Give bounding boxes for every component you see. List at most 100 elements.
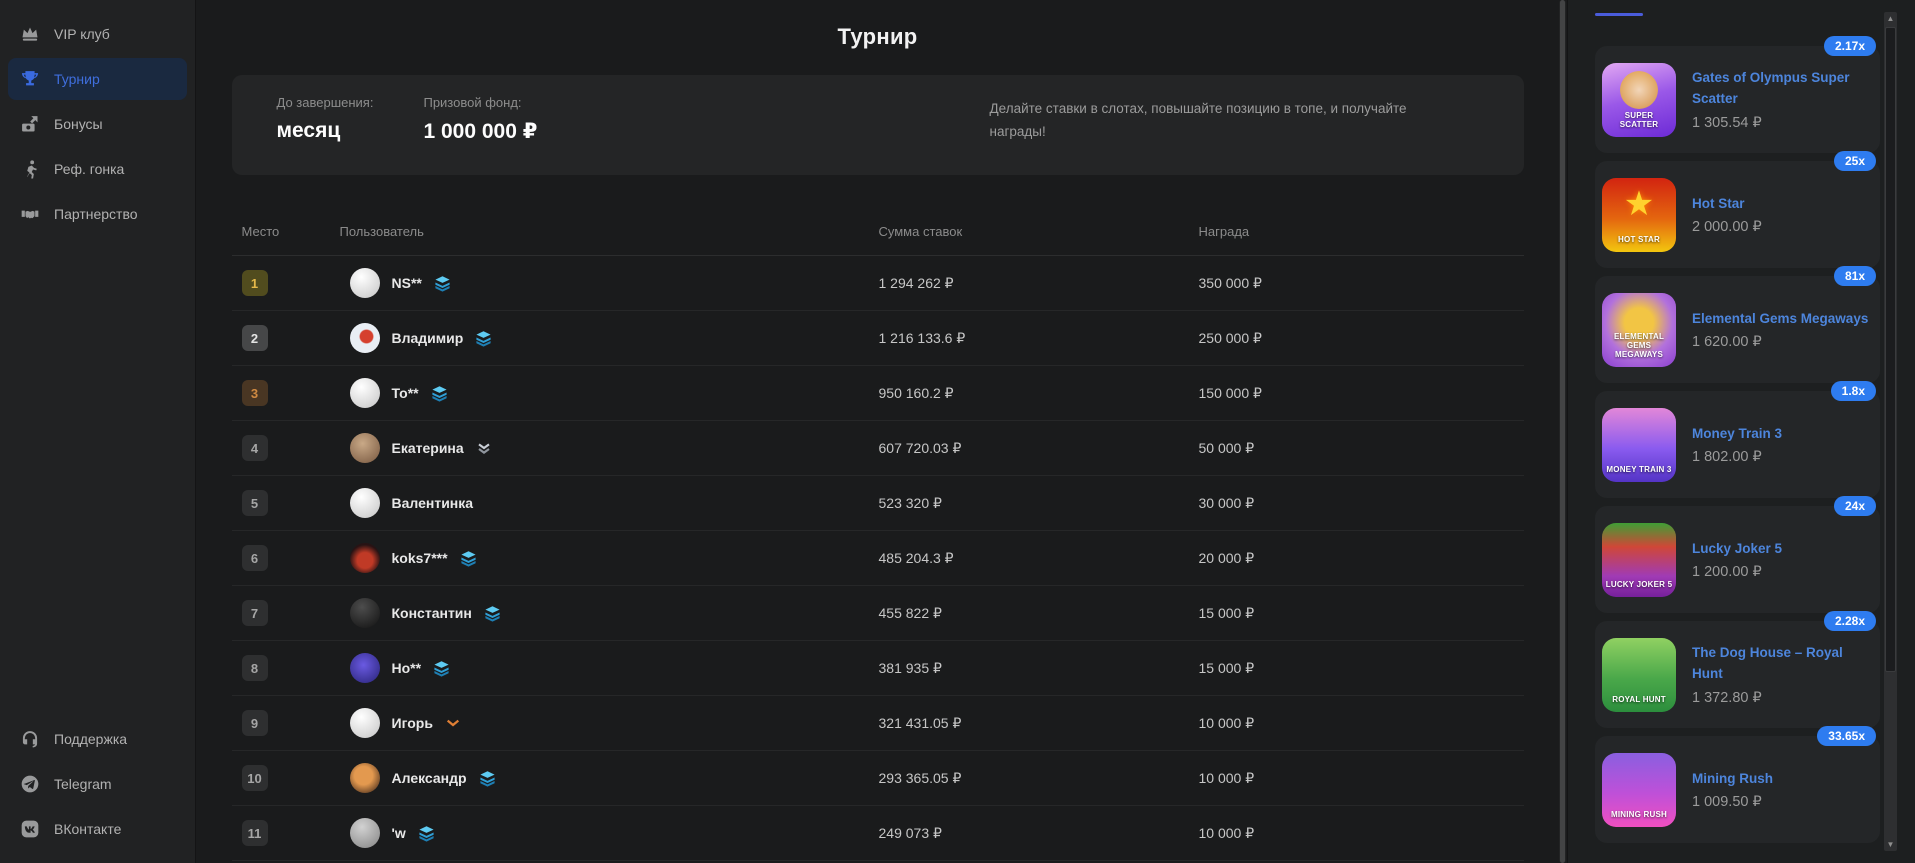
sidebar-item-label: Бонусы (54, 116, 103, 132)
table-row: 6 koks7*** 485 204.3 ₽20 000 ₽ (232, 531, 1524, 586)
sidebar-item-vip-club[interactable]: VIP клуб (8, 13, 187, 55)
main-scrollbar[interactable] (1559, 0, 1566, 863)
scroll-down-arrow-icon[interactable]: ▼ (1884, 838, 1897, 851)
sidebar-nav-bottom: ПоддержкаTelegram ВКонтакте (0, 715, 195, 853)
game-title: Mining Rush (1692, 769, 1773, 790)
live-win-card[interactable]: 81xELEMENTAL GEMS MEGAWAYSElemental Gems… (1595, 276, 1880, 383)
reward-value: 350 000 ₽ (1199, 275, 1524, 292)
main-scrollbar-thumb[interactable] (1560, 0, 1565, 863)
bets-value: 455 822 ₽ (879, 605, 1199, 622)
username: Игорь (392, 715, 433, 731)
reward-value: 150 000 ₽ (1199, 385, 1524, 402)
rank-badge: 1 (242, 270, 268, 296)
username: Валентинка (392, 495, 474, 511)
sidebar-item-label: Реф. гонка (54, 161, 124, 177)
layers-icon (475, 330, 492, 347)
layers-icon (418, 825, 435, 842)
multiplier-badge: 2.28x (1824, 611, 1876, 631)
bets-value: 950 160.2 ₽ (879, 385, 1199, 402)
sidebar-item-label: ВКонтакте (54, 821, 121, 837)
left-sidebar: VIP клуб Турнир Бонусы Реф. гонка Партнерств… (0, 0, 196, 863)
table-row: 8Но**381 935 ₽15 000 ₽ (232, 641, 1524, 696)
live-win-card[interactable]: 1.8xMONEY TRAIN 3Money Train 31 802.00 ₽ (1595, 391, 1880, 498)
sidebar-item-label: VIP клуб (54, 26, 110, 42)
table-row: 1 NS** 1 294 262 ₽350 000 ₽ (232, 256, 1524, 311)
multiplier-badge: 25x (1834, 151, 1876, 171)
vk-icon (20, 819, 40, 839)
avatar (350, 653, 380, 683)
trophy-icon (20, 69, 40, 89)
username: NS** (392, 275, 422, 291)
layers-icon (460, 550, 477, 567)
username: Константин (392, 605, 472, 621)
live-win-card[interactable]: 24xLUCKY JOKER 5Lucky Joker 51 200.00 ₽ (1595, 506, 1880, 613)
cash-icon (20, 114, 40, 134)
table-row: 4Екатерина607 720.03 ₽50 000 ₽ (232, 421, 1524, 476)
reward-value: 20 000 ₽ (1199, 550, 1524, 567)
sidebar-item-telegram[interactable]: Telegram (8, 763, 187, 805)
sidebar-item-support[interactable]: Поддержка (8, 718, 187, 760)
tournament-info-panel: До завершения: месяц Призовой фонд: 1 00… (232, 75, 1524, 175)
tab-indicator (1595, 13, 1643, 16)
avatar (350, 378, 380, 408)
table-row: 9Игорь321 431.05 ₽10 000 ₽ (232, 696, 1524, 751)
bets-value: 485 204.3 ₽ (879, 550, 1199, 567)
bets-value: 1 294 262 ₽ (879, 275, 1199, 292)
sidebar-item-label: Турнир (54, 71, 100, 87)
leaderboard-table: МестоПользовательСумма ставокНаграда 1 NS… (232, 208, 1524, 861)
headset-icon (20, 729, 40, 749)
game-thumbnail: SUPER SCATTER (1602, 63, 1676, 137)
win-amount: 1 620.00 ₽ (1692, 334, 1868, 350)
win-amount: 1 372.80 ₽ (1692, 690, 1870, 706)
main-content: Турнир До завершения: месяц Призовой фон… (197, 0, 1558, 863)
rank-badge: 8 (242, 655, 268, 681)
sidebar-item-ref-race[interactable]: Реф. гонка (8, 148, 187, 190)
win-amount: 1 802.00 ₽ (1692, 449, 1782, 465)
sidebar-item-partnership[interactable]: Партнерство (8, 193, 187, 235)
tournament-stats: До завершения: месяц Призовой фонд: 1 00… (277, 95, 538, 144)
prize-value: 1 000 000 ₽ (423, 119, 537, 144)
win-amount: 2 000.00 ₽ (1692, 219, 1762, 235)
live-win-card[interactable]: 25xHOT STARHot Star2 000.00 ₽ (1595, 161, 1880, 268)
live-wins-scrollbar[interactable]: ▲ ▼ (1884, 12, 1897, 851)
win-amount: 1 305.54 ₽ (1692, 115, 1870, 131)
reward-value: 10 000 ₽ (1199, 825, 1524, 842)
avatar (350, 763, 380, 793)
rank-badge: 2 (242, 325, 268, 351)
win-amount: 1 200.00 ₽ (1692, 564, 1782, 580)
username: Но** (392, 660, 422, 676)
column-header: Место (242, 224, 340, 239)
sidebar-item-vkontakte[interactable]: ВКонтакте (8, 808, 187, 850)
chevron-silver-icon (476, 440, 492, 456)
live-wins-scrollbar-thumb[interactable] (1885, 27, 1896, 672)
rank-badge: 9 (242, 710, 268, 736)
table-row: 11'w249 073 ₽10 000 ₽ (232, 806, 1524, 861)
reward-value: 10 000 ₽ (1199, 715, 1524, 732)
scroll-up-arrow-icon[interactable]: ▲ (1884, 12, 1897, 25)
rank-badge: 6 (242, 545, 268, 571)
game-title: Lucky Joker 5 (1692, 539, 1782, 560)
avatar (350, 433, 380, 463)
prize-stat: Призовой фонд: 1 000 000 ₽ (423, 95, 537, 144)
multiplier-badge: 33.65x (1817, 726, 1876, 746)
layers-icon (484, 605, 501, 622)
username: 'w (392, 825, 406, 841)
sidebar-item-bonuses[interactable]: Бонусы (8, 103, 187, 145)
avatar (350, 598, 380, 628)
live-win-card[interactable]: 33.65xMINING RUSHMining Rush1 009.50 ₽ (1595, 736, 1880, 843)
reward-value: 10 000 ₽ (1199, 770, 1524, 787)
live-win-card[interactable]: 2.28xROYAL HUNTThe Dog House – Royal Hun… (1595, 621, 1880, 728)
reward-value: 15 000 ₽ (1199, 605, 1524, 622)
multiplier-badge: 81x (1834, 266, 1876, 286)
bets-value: 607 720.03 ₽ (879, 440, 1199, 457)
rank-badge: 4 (242, 435, 268, 461)
leaderboard-header-row: МестоПользовательСумма ставокНаграда (232, 208, 1524, 256)
sidebar-item-tournament[interactable]: Турнир (8, 58, 187, 100)
table-row: 7Константин455 822 ₽15 000 ₽ (232, 586, 1524, 641)
username: koks7*** (392, 550, 448, 566)
layers-icon (434, 275, 451, 292)
live-win-card[interactable]: 2.17xSUPER SCATTERGates of Olympus Super… (1595, 46, 1880, 153)
avatar (350, 543, 380, 573)
page-title: Турнир (197, 24, 1558, 50)
reward-value: 250 000 ₽ (1199, 330, 1524, 347)
